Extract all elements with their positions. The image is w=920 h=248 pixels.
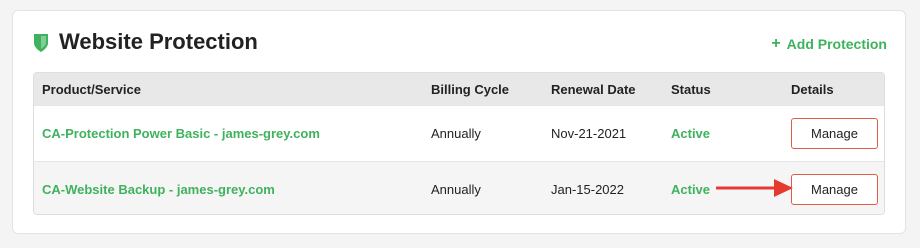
renewal-date: Jan-15-2022 — [551, 182, 624, 197]
table-row: CA-Protection Power Basic - james-grey.c… — [34, 105, 884, 161]
header-renewal-date: Renewal Date — [551, 81, 636, 97]
header-status: Status — [671, 81, 711, 97]
plus-icon: + — [771, 35, 781, 52]
red-arrow-icon — [716, 179, 793, 197]
status-badge: Active — [671, 126, 711, 141]
product-link[interactable]: CA-Website Backup - james-grey.com — [42, 182, 275, 197]
page-title: Website Protection — [59, 29, 258, 54]
product-link[interactable]: CA-Protection Power Basic - james-grey.c… — [42, 126, 320, 141]
add-protection-label: Add Protection — [786, 36, 887, 52]
manage-button[interactable]: Manage — [791, 174, 878, 205]
status-badge: Active — [671, 182, 711, 197]
billing-cycle: Annually — [431, 182, 481, 197]
manage-button[interactable]: Manage — [791, 118, 878, 149]
billing-cycle: Annually — [431, 126, 481, 141]
add-protection-link[interactable]: + Add Protection — [771, 35, 887, 53]
header-billing-cycle: Billing Cycle — [431, 81, 510, 97]
header-details: Details — [791, 81, 834, 97]
table-header: Product/Service Billing Cycle Renewal Da… — [34, 73, 884, 105]
header-product: Product/Service — [42, 81, 141, 97]
shield-icon — [34, 34, 48, 52]
renewal-date: Nov-21-2021 — [551, 126, 627, 141]
